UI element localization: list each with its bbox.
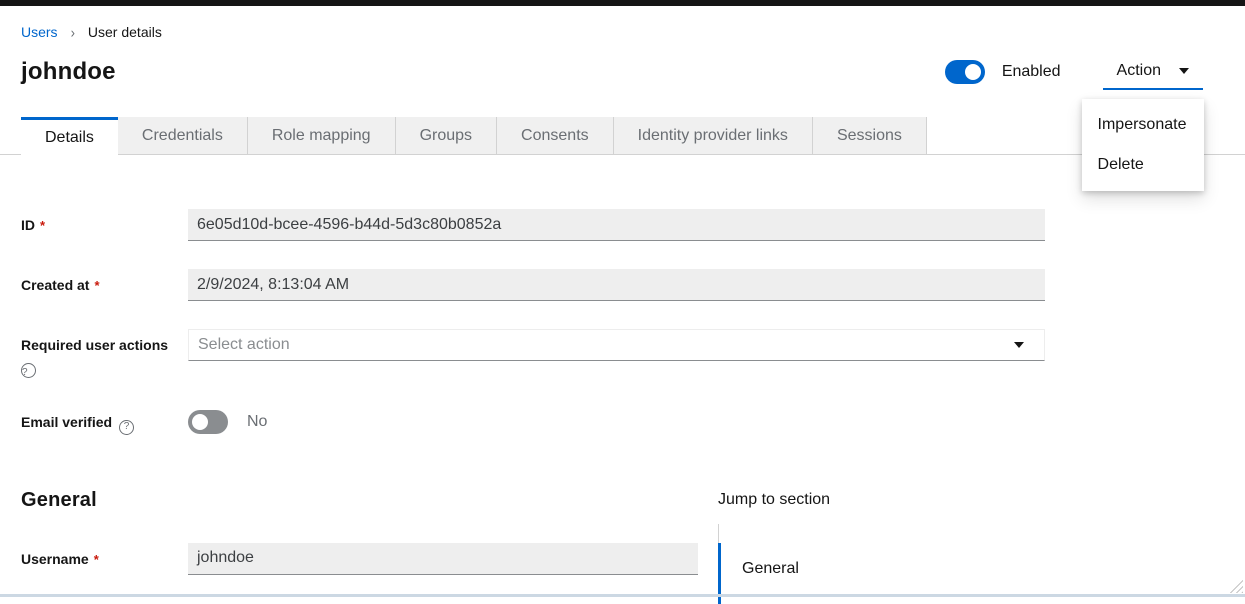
general-section-wrap: General Username* johndoe Jump to sectio…	[0, 489, 1245, 604]
help-icon[interactable]: ?	[21, 363, 36, 378]
required-asterisk: *	[40, 218, 45, 233]
username-label: Username*	[21, 543, 188, 575]
tab-details[interactable]: Details	[21, 117, 118, 155]
user-details-tabs: Details Credentials Role mapping Groups …	[0, 117, 1245, 155]
jump-links-border	[718, 524, 1245, 543]
form-row-required-user-actions: Required user actions ? Select action	[21, 329, 1245, 378]
caret-down-icon	[1014, 342, 1024, 348]
email-verified-toggle[interactable]	[188, 410, 228, 434]
tab-role-mapping[interactable]: Role mapping	[248, 117, 396, 155]
username-field: johndoe	[188, 543, 698, 575]
form-row-id: ID* 6e05d10d-bcee-4596-b44d-5d3c80b0852a	[21, 209, 1245, 241]
breadcrumb-link-users[interactable]: Users	[21, 23, 58, 42]
form-row-username: Username* johndoe	[21, 543, 718, 575]
enabled-toggle[interactable]	[945, 60, 985, 84]
jump-links-nav: General	[718, 524, 1245, 604]
jump-links-title: Jump to section	[718, 491, 1245, 509]
jump-links-panel: Jump to section General	[718, 489, 1245, 604]
action-dropdown: Action Impersonate Delete	[1103, 54, 1203, 90]
menu-item-delete[interactable]: Delete	[1082, 145, 1204, 185]
created-at-field: 2/9/2024, 8:13:04 AM	[188, 269, 1045, 301]
enabled-toggle-label: Enabled	[1002, 63, 1061, 81]
general-section-heading: General	[21, 489, 718, 512]
form-row-email-verified: Email verified? No	[21, 406, 1245, 435]
caret-down-icon	[1179, 68, 1189, 74]
tab-groups[interactable]: Groups	[396, 117, 497, 155]
required-asterisk: *	[94, 278, 99, 293]
tab-consents[interactable]: Consents	[497, 117, 614, 155]
breadcrumb: Users › User details	[21, 23, 1245, 42]
email-verified-control: No	[188, 406, 267, 435]
tab-sessions[interactable]: Sessions	[813, 117, 927, 155]
breadcrumb-current-page: User details	[88, 23, 162, 42]
toggle-knob	[965, 64, 981, 80]
action-dropdown-menu: Impersonate Delete	[1082, 99, 1204, 191]
action-dropdown-label: Action	[1117, 62, 1161, 80]
required-asterisk: *	[94, 552, 99, 567]
action-dropdown-button[interactable]: Action	[1103, 54, 1203, 90]
help-icon[interactable]: ?	[119, 420, 134, 435]
masthead-bottom-edge	[0, 0, 1245, 6]
tab-identity-provider-links[interactable]: Identity provider links	[614, 117, 813, 155]
created-at-label: Created at*	[21, 269, 188, 301]
form-row-created-at: Created at* 2/9/2024, 8:13:04 AM	[21, 269, 1245, 301]
toggle-knob	[192, 414, 208, 430]
chevron-right-icon: ›	[71, 22, 75, 44]
general-section: General Username* johndoe	[0, 489, 718, 604]
menu-item-impersonate[interactable]: Impersonate	[1082, 105, 1204, 145]
page-header: johndoe Enabled Action Impersonate Delet…	[21, 54, 1203, 90]
tab-credentials[interactable]: Credentials	[118, 117, 248, 155]
select-placeholder: Select action	[198, 336, 1014, 354]
email-verified-state-label: No	[247, 413, 267, 431]
id-label: ID*	[21, 209, 188, 241]
email-verified-label: Email verified?	[21, 406, 188, 435]
required-user-actions-select[interactable]: Select action	[188, 329, 1045, 361]
id-field: 6e05d10d-bcee-4596-b44d-5d3c80b0852a	[188, 209, 1045, 241]
required-user-actions-label: Required user actions ?	[21, 329, 188, 378]
page-title: johndoe	[21, 58, 116, 86]
user-details-form: ID* 6e05d10d-bcee-4596-b44d-5d3c80b0852a…	[21, 209, 1245, 435]
header-controls: Enabled Action Impersonate Delete	[945, 54, 1203, 90]
